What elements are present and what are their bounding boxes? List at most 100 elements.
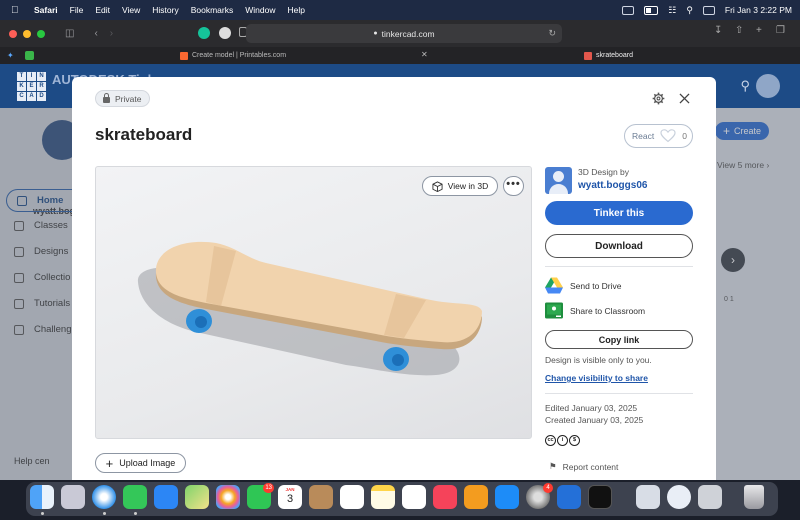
react-count: 0 <box>682 131 687 141</box>
creative-commons-license[interactable]: cc i $ <box>545 435 580 446</box>
close-tab-icon[interactable]: ✕ <box>421 50 428 59</box>
reload-icon[interactable]: ↻ <box>548 28 556 39</box>
running-indicator <box>134 512 137 515</box>
menu-window[interactable]: Window <box>245 5 275 15</box>
menu-edit[interactable]: Edit <box>95 5 110 15</box>
capcut-icon[interactable] <box>588 485 612 509</box>
notification-badge: 13 <box>263 483 274 493</box>
pinned-tab-icon[interactable]: ✦ <box>7 51 14 60</box>
calendar-month: JAN <box>285 487 295 492</box>
info-app-icon[interactable] <box>667 485 691 509</box>
noncommercial-icon: $ <box>569 435 580 446</box>
pages-icon[interactable] <box>464 485 488 509</box>
notes-icon[interactable] <box>371 485 395 509</box>
battery-icon[interactable] <box>644 5 659 15</box>
close-icon[interactable] <box>678 92 691 105</box>
display-icon[interactable] <box>622 5 635 15</box>
view-in-3d-button[interactable]: View in 3D <box>422 176 498 196</box>
menu-view[interactable]: View <box>122 5 140 15</box>
reminders-icon[interactable] <box>340 485 364 509</box>
menu-file[interactable]: File <box>70 5 84 15</box>
new-tab-icon[interactable]: + <box>756 25 762 36</box>
tinkercad-favicon <box>584 51 592 60</box>
messages-icon[interactable] <box>123 485 147 509</box>
facetime-icon[interactable]: 13 <box>247 483 274 509</box>
grammarly-extension-icon[interactable] <box>198 27 210 39</box>
change-visibility-link[interactable]: Change visibility to share <box>545 373 648 383</box>
logo-letter: R <box>37 82 46 91</box>
download-button[interactable]: Download <box>545 234 693 258</box>
contacts-icon[interactable] <box>309 485 333 509</box>
pinned-tab-favicon[interactable] <box>25 51 34 60</box>
share-to-classroom-label: Share to Classroom <box>570 305 646 316</box>
logo-letter: A <box>27 92 36 101</box>
status-area: ☷ ⚲ Fri Jan 3 2:22 PM <box>622 5 792 16</box>
copy-link-button[interactable]: Copy link <box>545 330 693 349</box>
app-store-icon[interactable] <box>495 485 519 509</box>
visibility-badge: Private <box>95 90 151 107</box>
author-avatar[interactable] <box>545 167 572 194</box>
logo-letter: T <box>17 72 26 81</box>
control-center-icon[interactable] <box>702 5 715 15</box>
running-indicator <box>103 512 106 515</box>
share-to-classroom-button[interactable]: Share to Classroom <box>545 302 645 319</box>
search-icon[interactable]: ⚲ <box>686 5 693 16</box>
trash-icon[interactable] <box>744 485 764 509</box>
send-to-drive-button[interactable]: Send to Drive <box>545 277 622 294</box>
system-settings-icon[interactable]: 4 <box>526 483 553 509</box>
webex-icon[interactable] <box>557 485 581 509</box>
freeform-icon[interactable] <box>402 485 426 509</box>
menu-help[interactable]: Help <box>287 5 304 15</box>
close-window-button[interactable] <box>9 29 17 38</box>
address-bar[interactable]: ● tinkercad.com ↻ <box>246 24 562 43</box>
design-modal: Private skrateboard React 0 View in 3D •… <box>72 77 716 480</box>
maps-icon[interactable] <box>185 485 209 509</box>
zoom-window-button[interactable] <box>37 29 45 38</box>
menu-app-name[interactable]: Safari <box>34 5 58 15</box>
share-icon[interactable]: ⇧ <box>735 25 743 36</box>
calendar-icon[interactable]: JAN 3 <box>278 485 302 509</box>
settings-gear-icon[interactable] <box>652 92 665 105</box>
photos-icon[interactable] <box>216 485 240 509</box>
finder-icon[interactable] <box>30 485 54 509</box>
tinkercad-logo[interactable]: T I N K E R C A D <box>17 72 46 101</box>
design-by-label: 3D Design by <box>578 167 630 177</box>
menu-history[interactable]: History <box>152 5 178 15</box>
screenshot-icon[interactable] <box>636 485 660 509</box>
tinker-this-button[interactable]: Tinker this <box>545 201 693 225</box>
heart-icon <box>660 129 676 143</box>
minimize-window-button[interactable] <box>23 29 31 38</box>
logo-letter: C <box>17 92 26 101</box>
dock: 13 JAN 3 4 <box>26 482 778 516</box>
back-icon[interactable]: ‹ <box>94 28 97 39</box>
forward-icon[interactable]: › <box>110 28 113 39</box>
tab-title: Create model | Printables.com <box>192 52 287 59</box>
tab-skrateboard[interactable]: skrateboard <box>584 47 633 64</box>
author-link[interactable]: wyatt.boggs06 <box>578 180 647 191</box>
menu-bookmarks[interactable]: Bookmarks <box>191 5 234 15</box>
clock[interactable]: Fri Jan 3 2:22 PM <box>725 5 792 15</box>
more-options-button[interactable]: ••• <box>503 176 524 196</box>
printer-icon[interactable] <box>698 485 722 509</box>
mail-icon[interactable] <box>154 485 178 509</box>
site-search-icon[interactable]: ⚲ <box>740 78 750 94</box>
safari-icon[interactable] <box>92 485 116 509</box>
sidebar-toggle-icon[interactable]: ◫ <box>65 28 74 39</box>
downloads-icon[interactable]: ↧ <box>714 25 722 36</box>
user-avatar[interactable] <box>756 74 780 98</box>
design-title: skrateboard <box>95 125 193 144</box>
extension-icon[interactable] <box>219 27 231 39</box>
apple-menu-icon[interactable]:  <box>11 5 25 16</box>
logo-letter: N <box>37 72 46 81</box>
wifi-icon[interactable]: ☷ <box>668 5 676 16</box>
report-content-link[interactable]: ⚑ Report content <box>549 461 618 472</box>
tab-printables[interactable]: Create model | Printables.com <box>180 47 286 64</box>
lock-icon <box>103 92 110 103</box>
news-icon[interactable] <box>433 485 457 509</box>
launchpad-icon[interactable] <box>61 485 85 509</box>
tab-overview-icon[interactable]: ❐ <box>776 25 785 36</box>
design-preview[interactable]: View in 3D ••• <box>95 166 532 439</box>
react-button[interactable]: React 0 <box>624 124 693 148</box>
upload-image-button[interactable]: + Upload Image <box>95 453 186 473</box>
calendar-day: 3 <box>286 493 294 505</box>
